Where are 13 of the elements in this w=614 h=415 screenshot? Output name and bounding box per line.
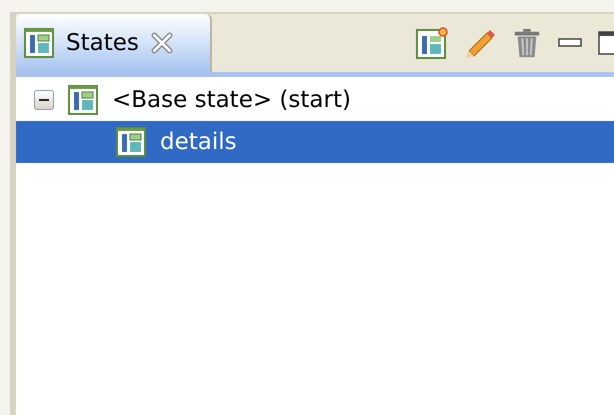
state-icon [116, 127, 146, 157]
collapse-icon[interactable] [34, 90, 54, 110]
view-tab[interactable]: States [16, 14, 212, 72]
pencil-icon[interactable] [464, 27, 496, 59]
tree-item[interactable]: <Base state> (start) [16, 79, 614, 121]
state-icon [24, 28, 54, 58]
tab-label: States [66, 30, 139, 56]
state-icon [68, 85, 98, 115]
tree-item[interactable]: details [16, 121, 614, 163]
minimize-icon[interactable] [558, 38, 582, 48]
trash-icon[interactable] [512, 27, 542, 59]
close-icon[interactable] [150, 32, 173, 54]
new-state-icon[interactable] [416, 27, 448, 59]
